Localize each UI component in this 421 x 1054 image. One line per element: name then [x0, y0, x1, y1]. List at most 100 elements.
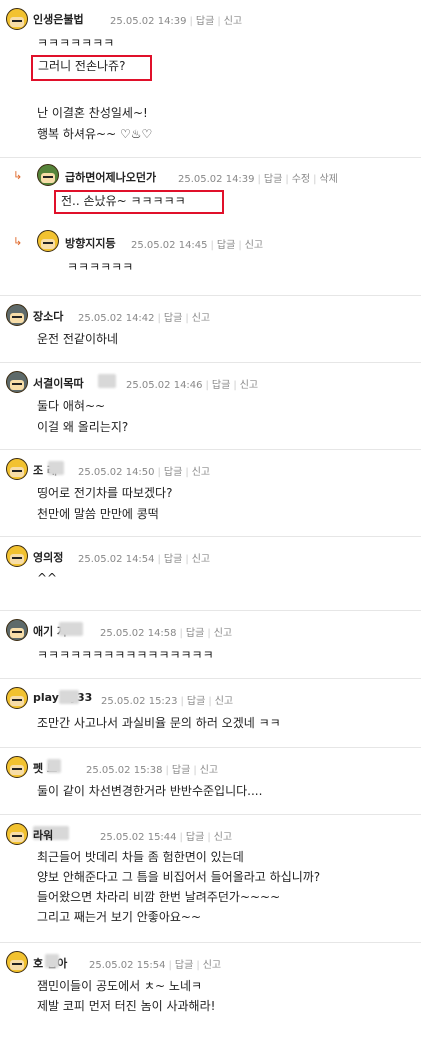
- yellow-character-icon[interactable]: [6, 823, 28, 845]
- comment-nickname[interactable]: 방향지지등: [65, 235, 116, 251]
- comment-meta: 25.05.02 14:54 | 답글 | 신고: [78, 554, 211, 565]
- comment-item: 영의정 25.05.02 14:54 | 답글 | 신고 ^^: [0, 537, 421, 611]
- masked-text: [98, 374, 116, 388]
- report-link[interactable]: 신고: [192, 467, 210, 478]
- comment-text-line: 양보 안해준다고 그 틈을 비집어서 들어올라고 하십니까?: [37, 870, 321, 884]
- highlight-box: 전.. 손났유~ ㅋㅋㅋㅋㅋ: [54, 190, 224, 214]
- comment-meta: 25.05.02 15:38 | 답글 | 신고: [86, 765, 219, 776]
- yellow-character-icon[interactable]: [6, 687, 28, 709]
- reply-link[interactable]: 답글: [172, 765, 190, 776]
- comment-text-line: ㅋㅋㅋㅋㅋㅋㅋ: [37, 36, 115, 50]
- comment-text-line: 이걸 왜 올리는지?: [37, 420, 129, 434]
- highlight-box: 그러니 전손나쥬?: [31, 55, 152, 81]
- comment-time: 25.05.02 14:50: [78, 467, 155, 478]
- comment-nickname[interactable]: 서결이목따: [33, 375, 84, 391]
- grey-character-icon[interactable]: [6, 371, 28, 393]
- comment-item: play ay33 25.05.02 15:23|답글|신고 조만간 사고나서 …: [0, 679, 421, 748]
- comment-time: 25.05.02 14:45: [131, 240, 208, 251]
- comment-meta: 25.05.02 14:46 | 답글 | 신고: [126, 380, 259, 391]
- comment-text-line: 최근들어 밧데리 차들 좀 험한면이 있는데: [37, 850, 244, 864]
- reply-link[interactable]: 답글: [217, 240, 235, 251]
- comment-text-line: 둘다 애혀~~: [37, 399, 106, 413]
- report-link[interactable]: 신고: [240, 380, 258, 391]
- masked-text: [47, 759, 61, 773]
- comment-nickname[interactable]: 급하면어제나오던가: [65, 169, 156, 185]
- helmet-character-icon[interactable]: [6, 304, 28, 326]
- reply-link[interactable]: 답글: [164, 313, 182, 324]
- reply-link[interactable]: 답글: [196, 16, 214, 27]
- reply-link[interactable]: 답글: [264, 174, 282, 185]
- yellow-character-icon[interactable]: [6, 951, 28, 973]
- edit-link[interactable]: 수정: [292, 174, 310, 185]
- comment-time: 25.05.02 14:39: [178, 174, 255, 185]
- comment-time: 25.05.02 14:39: [110, 16, 187, 27]
- comment-nickname[interactable]: 라워: [33, 827, 53, 843]
- comment-text-line: 난 이결혼 찬성일세~!: [37, 106, 148, 120]
- report-link[interactable]: 신고: [203, 960, 221, 971]
- delete-link[interactable]: 삭제: [319, 174, 337, 185]
- report-link[interactable]: 신고: [192, 313, 210, 324]
- comment-text-line: 그리고 째는거 보기 안좋아요~~: [37, 910, 202, 924]
- report-link[interactable]: 신고: [215, 696, 233, 707]
- comment-meta: 25.05.02 14:39 | 답글 | 수정 | 삭제: [178, 174, 338, 185]
- comment-item: 펫 브 25.05.02 15:38 | 답글 | 신고 둘이 같이 차선변경한거라 반…: [0, 748, 421, 815]
- masked-text: [48, 461, 64, 475]
- comment-item: 조 래 25.05.02 14:50 | 답글 | 신고 띵어로 전기차를 따보겠다? …: [0, 450, 421, 537]
- soldier-character-icon[interactable]: [37, 164, 59, 186]
- comment-text-line: 전.. 손났유~ ㅋㅋㅋㅋㅋ: [61, 194, 186, 208]
- grey-character-icon[interactable]: [6, 619, 28, 641]
- comment-text-line: ㅋㅋㅋㅋㅋㅋ: [67, 260, 134, 274]
- comment-text-line: 조만간 사고나서 과실비율 문의 하러 오겠네 ㅋㅋ: [37, 716, 281, 730]
- yellow-character-icon[interactable]: [6, 756, 28, 778]
- comment-nickname[interactable]: 영의정: [33, 549, 63, 565]
- report-link[interactable]: 신고: [224, 16, 242, 27]
- comment-time: 25.05.02 15:44: [100, 832, 177, 843]
- masked-text: [45, 954, 59, 968]
- yellow-character-icon[interactable]: [37, 230, 59, 252]
- comment-meta: 25.05.02 14:50 | 답글 | 신고: [78, 467, 211, 478]
- comment-text-line: ㅋㅋㅋㅋㅋㅋㅋㅋㅋㅋㅋㅋㅋㅋㅋㅋ: [37, 648, 214, 662]
- reply-link[interactable]: 답글: [175, 960, 193, 971]
- comment-meta: 25.05.02 14:45 | 답글 | 신고: [131, 240, 264, 251]
- comment-item: 서결이목따 25.05.02 14:46 | 답글 | 신고 둘다 애혀~~ 이걸 왜 …: [0, 363, 421, 450]
- comment-list: 인생은불법 25.05.02 14:39 | 답글 | 신고 ㅋㅋㅋㅋㅋㅋㅋ 그러니 전…: [0, 0, 421, 1039]
- comment-text-line: 들어왔으면 차라리 비깜 한번 날려주던가~~~~: [37, 890, 281, 904]
- comment-meta: 25.05.02 15:44 | 답글 | 신고: [100, 832, 233, 843]
- comment-time: 25.05.02 15:38: [86, 765, 163, 776]
- comment-meta: 25.05.02 14:39 | 답글 | 신고: [110, 16, 243, 27]
- comment-nickname[interactable]: 인생은불법: [33, 11, 84, 27]
- report-link[interactable]: 신고: [214, 628, 232, 639]
- comment-text-line: 행복 하셔유~~ ♡♨♡: [37, 127, 153, 141]
- report-link[interactable]: 신고: [200, 765, 218, 776]
- comment-text-line: 그러니 전손나쥬?: [38, 59, 126, 73]
- report-link[interactable]: 신고: [245, 240, 263, 251]
- comment-item: 장소다 25.05.02 14:42 | 답글 | 신고 운전 전같이하네: [0, 296, 421, 363]
- comment-item: 인생은불법 25.05.02 14:39 | 답글 | 신고 ㅋㅋㅋㅋㅋㅋㅋ 그러니 전…: [0, 0, 421, 158]
- reply-link[interactable]: 답글: [187, 696, 205, 707]
- reply-link[interactable]: 답글: [164, 467, 182, 478]
- yellow-character-icon[interactable]: [6, 8, 28, 30]
- comment-meta: 25.05.02 14:58 | 답글 | 신고: [100, 628, 233, 639]
- comment-text-line: 천만에 말씀 만만에 콩떡: [37, 507, 159, 521]
- yellow-character-icon[interactable]: [6, 458, 28, 480]
- comment-text-line: 잼민이들이 공도에서 ㅊ~ 노네ㅋ: [37, 979, 203, 993]
- comment-time: 25.05.02 14:54: [78, 554, 155, 565]
- comment-time: 25.05.02 14:42: [78, 313, 155, 324]
- reply-item: ↳ 방향지지등 25.05.02 14:45 | 답글 | 신고 ㅋㅋㅋㅋㅋㅋ: [0, 224, 421, 296]
- reply-link[interactable]: 답글: [164, 554, 182, 565]
- comment-item: 라워 25.05.02 15:44 | 답글 | 신고 최근들어 밧데리 차들 좀 험한…: [0, 815, 421, 943]
- comment-time: 25.05.02 15:23: [101, 696, 178, 707]
- comment-time: 25.05.02 15:54: [89, 960, 166, 971]
- report-link[interactable]: 신고: [214, 832, 232, 843]
- reply-arrow-icon: ↳: [13, 169, 23, 182]
- comment-meta: 25.05.02 15:23 | 답글 | 신고: [101, 696, 234, 707]
- comment-time: 25.05.02 14:58: [100, 628, 177, 639]
- reply-link[interactable]: 답글: [186, 628, 204, 639]
- comment-nickname[interactable]: 장소다: [33, 308, 63, 324]
- report-link[interactable]: 신고: [192, 554, 210, 565]
- comment-text-line: 운전 전같이하네: [37, 332, 119, 346]
- reply-item: ↳ 급하면어제나오던가 25.05.02 14:39 | 답글 | 수정 | 삭제 전.. …: [0, 158, 421, 224]
- yellow-character-icon[interactable]: [6, 545, 28, 567]
- reply-link[interactable]: 답글: [186, 832, 204, 843]
- reply-link[interactable]: 답글: [212, 380, 230, 391]
